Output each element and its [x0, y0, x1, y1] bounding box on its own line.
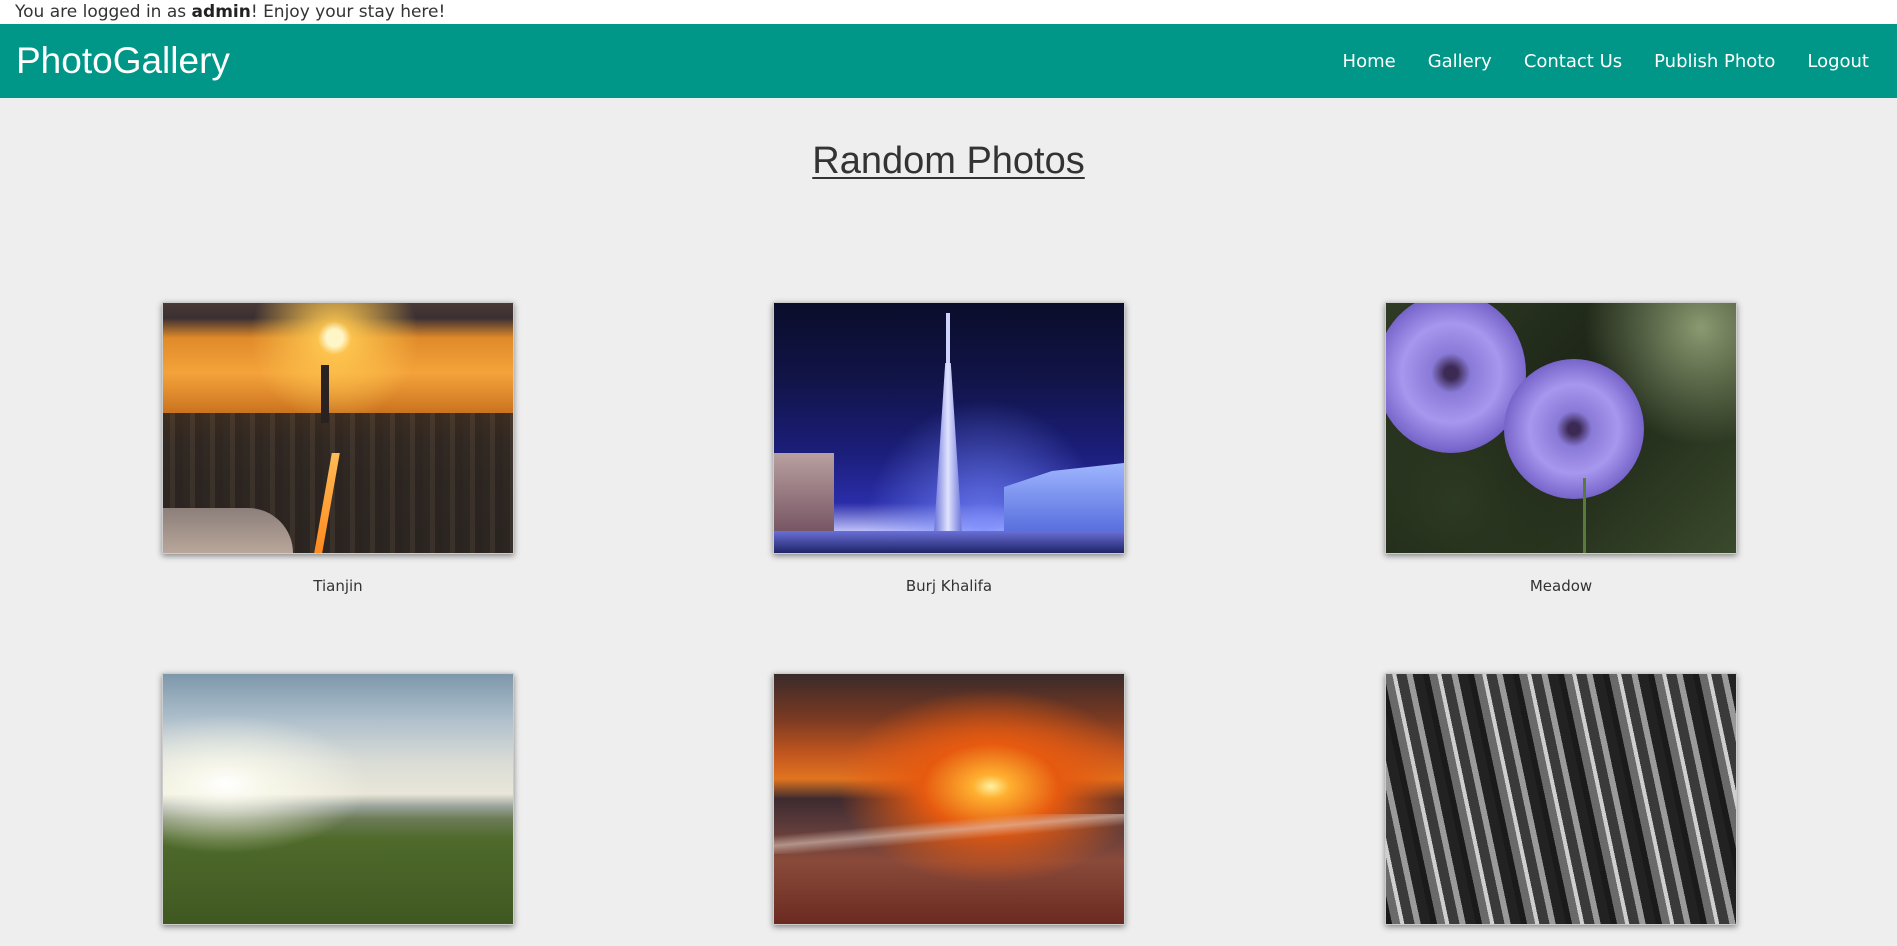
photo-card-meadow: Meadow: [1385, 302, 1737, 595]
login-status-bar: You are logged in as admin! Enjoy your s…: [0, 0, 1897, 24]
photo-thumbnail-sunset[interactable]: [773, 673, 1125, 925]
brand-logo-link[interactable]: PhotoGallery: [16, 24, 230, 98]
photo-thumbnail-field[interactable]: [162, 673, 514, 925]
photo-card-tianjin: Tianjin: [162, 302, 514, 595]
photo-card-5: [773, 673, 1125, 925]
photo-detail: [1583, 478, 1586, 553]
photo-thumbnail-meadow[interactable]: [1385, 302, 1737, 554]
photo-detail: [321, 365, 329, 423]
page-title-text: Random Photos: [812, 140, 1085, 182]
login-username: admin: [191, 2, 251, 22]
photo-caption: Meadow: [1529, 577, 1593, 595]
photo-detail: [774, 453, 834, 543]
login-prefix-text: You are logged in as: [15, 2, 192, 22]
nav-link-logout[interactable]: Logout: [1807, 51, 1869, 72]
nav-link-publish-photo[interactable]: Publish Photo: [1654, 51, 1775, 72]
photo-detail: [774, 531, 1124, 553]
photo-caption: Tianjin: [313, 577, 363, 595]
nav-link-home[interactable]: Home: [1343, 51, 1396, 72]
photo-detail: [1504, 359, 1644, 499]
nav-link-contact-us[interactable]: Contact Us: [1524, 51, 1622, 72]
photo-card-6: [1385, 673, 1737, 925]
login-suffix-text: ! Enjoy your stay here!: [250, 2, 446, 22]
page-title: Random Photos: [0, 140, 1897, 183]
photo-thumbnail-burj-khalifa[interactable]: [773, 302, 1125, 554]
nav-link-gallery[interactable]: Gallery: [1428, 51, 1492, 72]
photo-caption: Burj Khalifa: [905, 577, 993, 595]
photo-thumbnail-bark[interactable]: [1385, 673, 1737, 925]
photo-thumbnail-tianjin[interactable]: [162, 302, 514, 554]
photo-detail: [934, 363, 962, 533]
photo-card-4: [162, 673, 514, 925]
top-navbar: PhotoGallery Home Gallery Contact Us Pub…: [0, 24, 1897, 98]
nav-links: Home Gallery Contact Us Publish Photo Lo…: [1343, 24, 1869, 98]
photo-card-burj-khalifa: Burj Khalifa: [773, 302, 1125, 595]
photo-detail: [774, 814, 1124, 854]
